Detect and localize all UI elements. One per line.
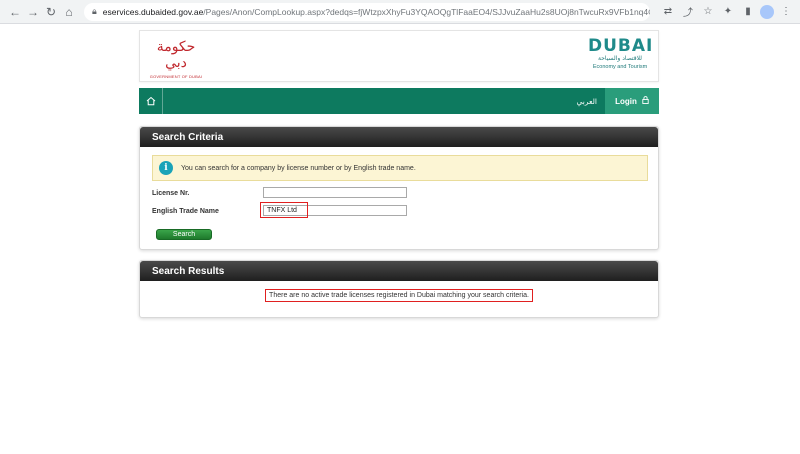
- trade-name-row: English Trade Name TNFX Ltd: [152, 202, 658, 221]
- site-header: حكومة دبي GOVERNMENT OF DUBAI DUBAI للاق…: [139, 30, 659, 82]
- dubai-economy-tourism-logo[interactable]: DUBAI للاقتصاد والسياحة Economy and Tour…: [588, 37, 652, 71]
- det-logo-word: DUBAI: [588, 36, 654, 56]
- det-logo-arabic: للاقتصاد والسياحة: [597, 55, 642, 62]
- search-criteria-panel: Search Criteria i You can search for a c…: [139, 126, 659, 250]
- search-criteria-title: Search Criteria: [140, 127, 658, 147]
- menu-icon[interactable]: ⋮: [778, 4, 794, 20]
- login-button[interactable]: Login: [605, 88, 659, 114]
- trade-name-highlight-box: [260, 202, 308, 218]
- home-button[interactable]: [139, 88, 163, 114]
- back-icon[interactable]: ←: [6, 3, 24, 21]
- info-icon: i: [159, 161, 173, 175]
- notice-text: You can search for a company by license …: [181, 164, 416, 172]
- extensions-icon[interactable]: ✦: [720, 4, 736, 20]
- reload-icon[interactable]: ↻: [42, 3, 60, 21]
- page-body: حكومة دبي GOVERNMENT OF DUBAI DUBAI للاق…: [0, 24, 800, 454]
- login-label: Login: [615, 96, 637, 106]
- star-icon[interactable]: ☆: [700, 4, 716, 20]
- sidepanel-icon[interactable]: ▮: [740, 4, 756, 20]
- content-container: حكومة دبي GOVERNMENT OF DUBAI DUBAI للاق…: [139, 30, 659, 318]
- no-results-message: There are no active trade licenses regis…: [265, 288, 533, 302]
- info-notice: i You can search for a company by licens…: [152, 155, 648, 181]
- url-path: /Pages/Anon/CompLookup.aspx?dedqs=fjWtzp…: [203, 6, 650, 17]
- arabic-language-link[interactable]: العربي: [577, 88, 597, 114]
- house-icon: [146, 96, 155, 106]
- lock-icon: [642, 96, 649, 106]
- government-of-dubai-logo[interactable]: حكومة دبي GOVERNMENT OF DUBAI: [146, 39, 206, 79]
- search-results-title: Search Results: [140, 261, 658, 281]
- license-row: License Nr.: [152, 187, 658, 203]
- det-logo-english: Economy and Tourism: [592, 64, 648, 70]
- home-icon[interactable]: ⌂: [60, 3, 78, 21]
- translate-icon[interactable]: ⇄: [660, 4, 676, 20]
- license-label: License Nr.: [152, 190, 190, 197]
- url-host: eservices.dubaided.gov.ae: [102, 6, 204, 17]
- license-input[interactable]: [263, 187, 407, 198]
- results-message-row: There are no active trade licenses regis…: [140, 281, 658, 309]
- gov-logo-caption: GOVERNMENT OF DUBAI: [149, 74, 203, 79]
- address-bar[interactable]: 🔒︎ eservices.dubaided.gov.ae /Pages/Anon…: [84, 2, 650, 21]
- main-navbar: العربي Login: [139, 88, 659, 114]
- trade-name-label: English Trade Name: [152, 208, 219, 215]
- search-button[interactable]: Search: [156, 229, 212, 240]
- forward-icon[interactable]: →: [24, 3, 42, 21]
- gov-logo-calligraphy: حكومة دبي: [156, 39, 196, 71]
- browser-toolbar: ← → ↻ ⌂ 🔒︎ eservices.dubaided.gov.ae /Pa…: [0, 0, 800, 24]
- profile-avatar[interactable]: [760, 4, 774, 19]
- lock-icon: 🔒︎: [92, 6, 97, 16]
- share-icon[interactable]: ⤴: [680, 4, 696, 20]
- search-results-panel: Search Results There are no active trade…: [139, 260, 659, 318]
